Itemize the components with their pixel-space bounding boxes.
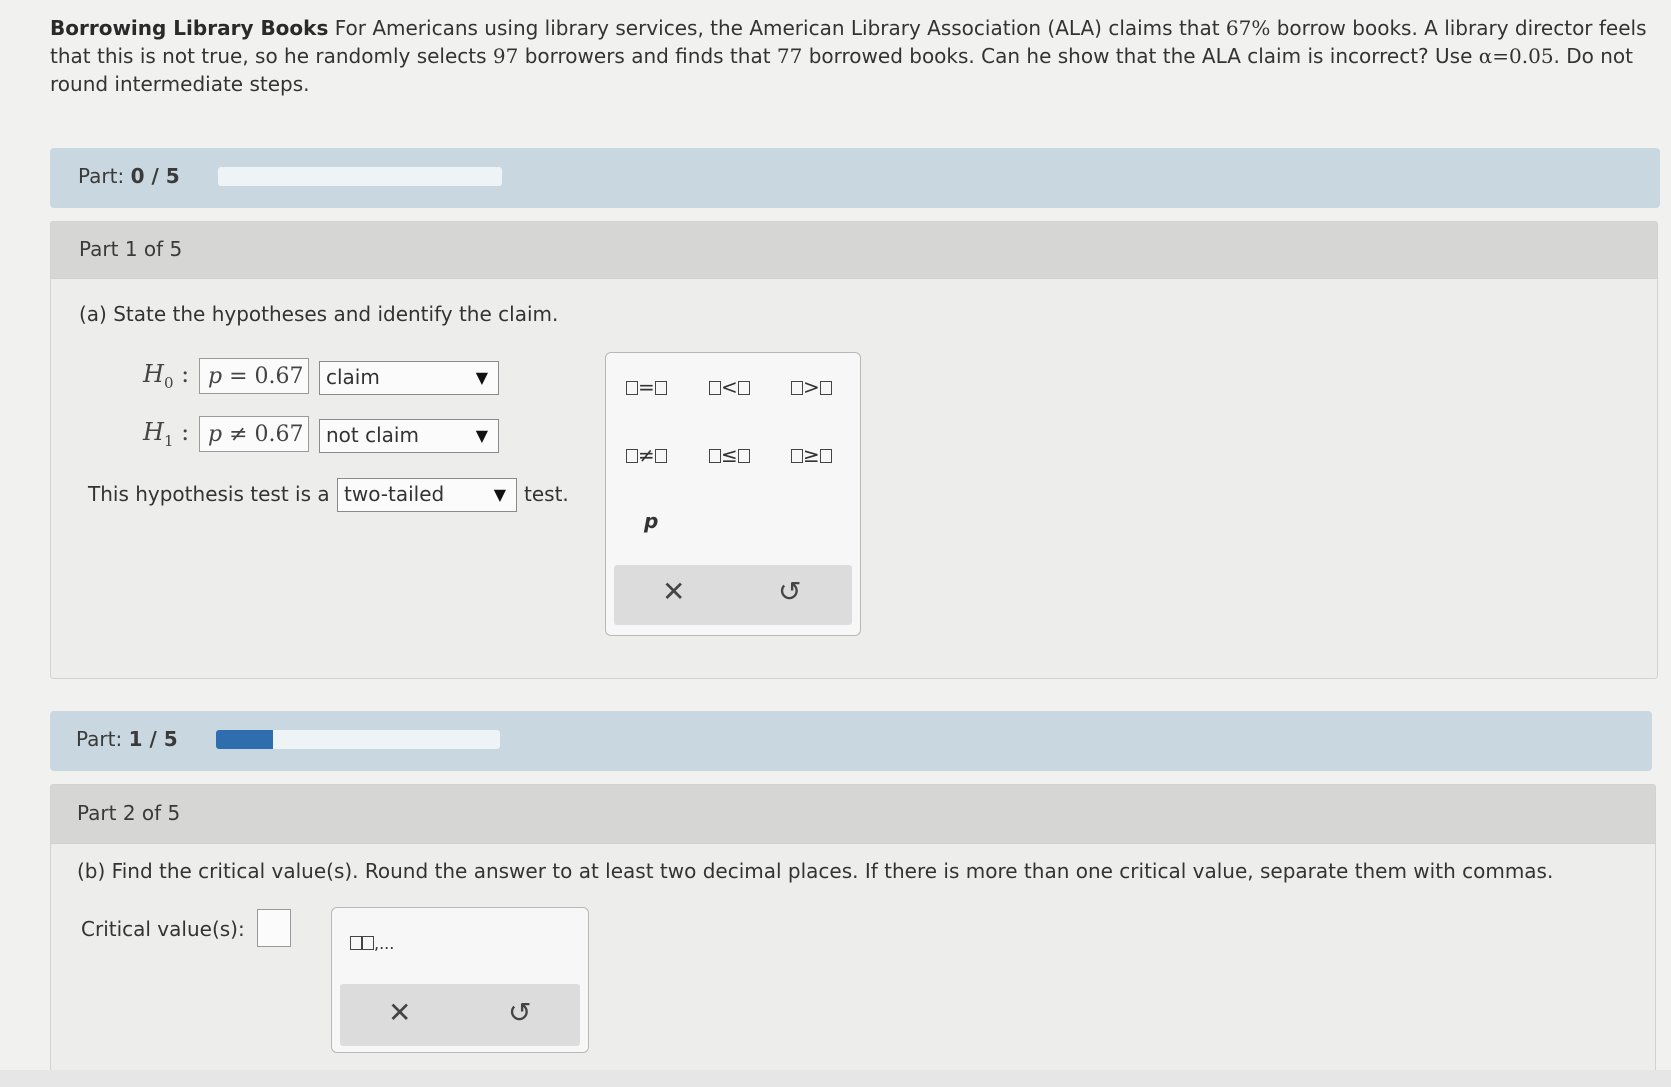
list-template-button[interactable]: ,... [350, 934, 394, 953]
undo-icon[interactable]: ↺ [508, 996, 531, 1029]
bottom-divider [0, 1070, 1671, 1087]
progress-track [216, 730, 500, 749]
part-2-question: (b) Find the critical value(s). Round th… [77, 859, 1554, 883]
less-equal-template-button[interactable]: ≤ [709, 443, 750, 467]
progress-label: Part: [78, 164, 125, 188]
not-equal-template-button[interactable]: ≠ [626, 443, 667, 467]
progress-value: 0 / 5 [130, 164, 180, 188]
less-than-template-button[interactable]: < [709, 375, 750, 399]
math-palette: ,... ✕ ↺ [331, 907, 589, 1053]
dropdown-arrow-icon: ▼ [493, 485, 506, 504]
problem-title: Borrowing Library Books [50, 16, 329, 40]
problem-text: For Americans using library services, th… [328, 16, 1226, 40]
part-1-panel: Part 1 of 5 (a) State the hypotheses and… [50, 221, 1658, 679]
dropdown-arrow-icon: ▼ [475, 368, 488, 387]
h0-claim-select[interactable]: claim ▼ [319, 361, 499, 395]
progress-track [218, 167, 502, 186]
palette-footer: ✕ ↺ [614, 565, 852, 625]
h1-label: H1 : [143, 418, 190, 450]
h0-answer-input[interactable]: p = 0.67 [199, 358, 309, 394]
h1-claim-value: not claim [326, 423, 419, 447]
palette-footer: ✕ ↺ [340, 984, 580, 1046]
critical-value-label: Critical value(s): [81, 917, 245, 941]
p-variable-button[interactable]: p [644, 509, 658, 533]
math-palette: = < > ≠ ≤ ≥ p ✕ ↺ [605, 352, 861, 636]
greater-equal-template-button[interactable]: ≥ [791, 443, 832, 467]
part-2-title: Part 2 of 5 [77, 801, 181, 825]
h0-claim-value: claim [326, 365, 380, 389]
critical-value-input[interactable] [257, 909, 291, 947]
test-type-suffix: test. [524, 482, 569, 506]
test-type-prefix: This hypothesis test is a [88, 482, 330, 506]
greater-than-template-button[interactable]: > [791, 375, 832, 399]
problem-text: borrowers and finds that [518, 44, 777, 68]
part-1-header: Part 1 of 5 [51, 222, 1657, 279]
undo-icon[interactable]: ↺ [778, 575, 801, 608]
h1-answer-input[interactable]: p ≠ 0.67 [199, 416, 309, 452]
clear-x-icon[interactable]: ✕ [388, 996, 411, 1029]
problem-statement: Borrowing Library Books For Americans us… [50, 14, 1650, 98]
dropdown-arrow-icon: ▼ [475, 426, 488, 445]
part-progress-bar: Part: 1 / 5 [50, 711, 1652, 771]
equals-template-button[interactable]: = [626, 375, 667, 399]
sample-size: 97 [492, 44, 519, 68]
clear-x-icon[interactable]: ✕ [662, 575, 685, 608]
part-2-panel: Part 2 of 5 (b) Find the critical value(… [50, 784, 1656, 1075]
alpha-value: α=0.05 [1478, 44, 1554, 68]
successes: 77 [776, 44, 803, 68]
part-1-title: Part 1 of 5 [79, 237, 183, 261]
problem-text: borrowed books. Can he show that the ALA… [802, 44, 1479, 68]
h1-claim-select[interactable]: not claim ▼ [319, 419, 499, 453]
claim-percent: 67% [1225, 16, 1271, 40]
test-type-select[interactable]: two-tailed ▼ [337, 478, 517, 512]
progress-fill [216, 730, 273, 749]
part-progress-bar: Part: 0 / 5 [50, 148, 1660, 208]
test-type-value: two-tailed [344, 482, 445, 506]
part-1-question: (a) State the hypotheses and identify th… [79, 302, 559, 326]
progress-label: Part: [76, 727, 123, 751]
h0-label: H0 : [143, 360, 190, 392]
progress-value: 1 / 5 [128, 727, 178, 751]
part-2-header: Part 2 of 5 [51, 785, 1655, 844]
